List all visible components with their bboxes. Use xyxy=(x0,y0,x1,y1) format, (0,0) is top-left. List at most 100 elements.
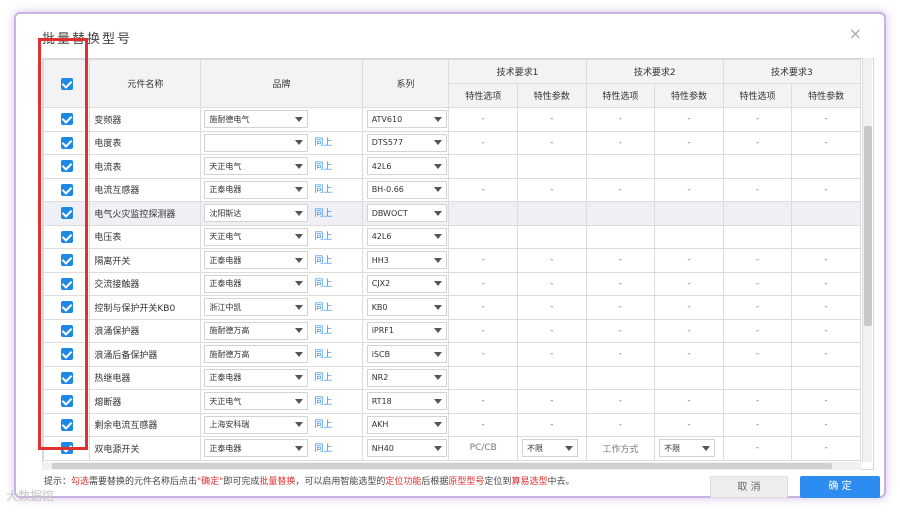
row-checkbox[interactable] xyxy=(60,230,73,243)
param-cell: - xyxy=(654,412,724,437)
series-select[interactable]: BH-0.66 xyxy=(366,180,447,199)
option-cell: - xyxy=(448,248,518,273)
brand-select[interactable]: 正泰电器 xyxy=(204,180,309,199)
brand-select[interactable]: 施耐德万高 xyxy=(204,345,309,364)
row-checkbox[interactable] xyxy=(60,301,73,314)
brand-select[interactable]: 正泰电器 xyxy=(204,274,309,293)
component-name: 浪涌后备保护器 xyxy=(89,342,202,367)
chevron-down-icon xyxy=(295,422,304,428)
close-icon[interactable]: × xyxy=(849,24,862,43)
row-checkbox[interactable] xyxy=(60,348,73,361)
option-cell: - xyxy=(448,389,518,414)
series-select[interactable]: 42L6 xyxy=(366,157,447,176)
brand-select[interactable]: 施耐德万高 xyxy=(204,321,309,340)
horizontal-scrollbar[interactable] xyxy=(42,462,862,470)
param-select[interactable]: 不限 xyxy=(659,439,716,458)
same-as-above-link[interactable]: 同上 xyxy=(314,420,332,430)
brand-cell: 天正电气 同上 xyxy=(200,154,363,179)
chevron-down-icon xyxy=(295,375,304,381)
cancel-button[interactable]: 取 消 xyxy=(710,476,788,498)
option-cell xyxy=(585,365,656,390)
series-cell: 42L6 xyxy=(361,224,450,249)
same-as-above-link[interactable]: 同上 xyxy=(314,256,332,266)
same-as-above-link[interactable]: 同上 xyxy=(314,373,332,383)
scroll-thumb[interactable] xyxy=(52,463,832,469)
series-select[interactable]: NH40 xyxy=(366,439,447,458)
brand-select[interactable]: 浙江中凯 xyxy=(204,298,309,317)
brand-select[interactable]: 沈阳斯达 xyxy=(204,204,309,223)
vertical-scrollbar[interactable] xyxy=(862,58,872,462)
replace-table-container: 元件名称 品牌 系列 技术要求1 技术要求2 技术要求3 特性选项 特性参数 特… xyxy=(42,58,874,470)
row-checkbox[interactable] xyxy=(60,113,73,126)
series-select[interactable]: CJX2 xyxy=(366,274,447,293)
same-as-above-link[interactable]: 同上 xyxy=(314,444,332,454)
same-as-above-link[interactable]: 同上 xyxy=(314,279,332,289)
series-select[interactable]: ATV610 xyxy=(366,110,447,129)
table-row: 电气火灾监控探测器 沈阳斯达 同上 DBWOCT xyxy=(43,201,861,226)
brand-select[interactable]: 正泰电器 xyxy=(204,251,309,270)
brand-cell: 同上 xyxy=(200,130,363,155)
series-select[interactable]: AKH xyxy=(366,415,447,434)
component-name: 剩余电流互感器 xyxy=(89,412,202,437)
series-select[interactable]: HH3 xyxy=(366,251,447,270)
row-checkbox[interactable] xyxy=(60,442,73,455)
same-as-above-link[interactable]: 同上 xyxy=(314,326,332,336)
row-checkbox[interactable] xyxy=(60,418,73,431)
row-checkbox[interactable] xyxy=(60,371,73,384)
brand-cell: 施耐德万高 同上 xyxy=(200,318,363,343)
series-select[interactable]: 42L6 xyxy=(366,227,447,246)
same-as-above-link[interactable]: 同上 xyxy=(314,185,332,195)
param-cell xyxy=(517,201,587,226)
series-select[interactable]: KB0 xyxy=(366,298,447,317)
brand-select[interactable]: 天正电气 xyxy=(204,392,309,411)
series-select[interactable]: RT18 xyxy=(366,392,447,411)
brand-select[interactable]: 正泰电器 xyxy=(204,368,309,387)
component-name: 电流表 xyxy=(89,154,202,179)
row-checkbox-cell xyxy=(43,365,91,390)
ok-button[interactable]: 确 定 xyxy=(800,476,880,498)
param-cell xyxy=(791,365,861,390)
param-cell: - xyxy=(791,130,861,155)
brand-select[interactable]: 天正电气 xyxy=(204,157,309,176)
param-cell: - xyxy=(517,271,587,296)
row-checkbox[interactable] xyxy=(60,136,73,149)
row-checkbox[interactable] xyxy=(60,183,73,196)
series-select[interactable]: DBWOCT xyxy=(366,204,447,223)
option-cell: - xyxy=(585,248,656,273)
same-as-above-link[interactable]: 同上 xyxy=(314,209,332,219)
same-as-above-link[interactable]: 同上 xyxy=(314,303,332,313)
chevron-down-icon xyxy=(433,187,442,193)
same-as-above-link[interactable]: 同上 xyxy=(314,350,332,360)
scroll-thumb[interactable] xyxy=(864,126,872,326)
row-checkbox[interactable] xyxy=(60,324,73,337)
same-as-above-link[interactable]: 同上 xyxy=(314,397,332,407)
brand-select[interactable] xyxy=(204,133,309,152)
row-checkbox[interactable] xyxy=(60,277,73,290)
brand-select[interactable]: 上海安科瑞 xyxy=(204,415,309,434)
brand-select[interactable]: 施耐德电气 xyxy=(204,110,309,129)
series-select[interactable]: NR2 xyxy=(366,368,447,387)
series-select[interactable]: iPRF1 xyxy=(366,321,447,340)
option-cell xyxy=(448,365,518,390)
chevron-down-icon xyxy=(433,140,442,146)
same-as-above-link[interactable]: 同上 xyxy=(314,138,332,148)
option-cell: - xyxy=(722,412,793,437)
series-select[interactable]: DTS577 xyxy=(366,133,447,152)
select-all-checkbox[interactable] xyxy=(60,77,73,90)
brand-select[interactable]: 正泰电器 xyxy=(204,439,309,458)
same-as-above-link[interactable]: 同上 xyxy=(314,232,332,242)
row-checkbox[interactable] xyxy=(60,207,73,220)
table-row: 热继电器 正泰电器 同上 NR2 xyxy=(43,365,861,390)
param-select[interactable]: 不限 xyxy=(522,439,578,458)
table-row: 电流互感器 正泰电器 同上 BH-0.66- - - - - - xyxy=(43,177,861,202)
param-cell: - xyxy=(654,389,724,414)
param-cell: - xyxy=(791,389,861,414)
row-checkbox[interactable] xyxy=(60,254,73,267)
series-select[interactable]: iSCB xyxy=(366,345,447,364)
row-checkbox[interactable] xyxy=(60,160,73,173)
row-checkbox[interactable] xyxy=(60,395,73,408)
same-as-above-link[interactable]: 同上 xyxy=(314,162,332,172)
param-cell: - xyxy=(654,130,724,155)
row-checkbox-cell xyxy=(43,248,91,273)
brand-select[interactable]: 天正电气 xyxy=(204,227,309,246)
